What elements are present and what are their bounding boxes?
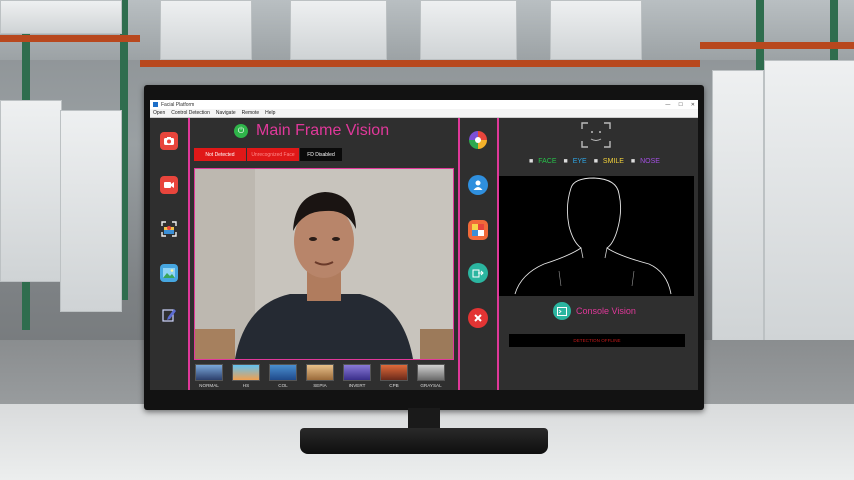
nose-checkbox[interactable]: ■: [631, 158, 635, 165]
filter-strip: NORMAL HS COL SEPIA INVERT CPB GRAYSAL: [192, 364, 454, 390]
filter-label: COL: [278, 383, 288, 388]
filter-label: INVERT: [348, 383, 366, 388]
status-not-detected: Not Detected: [194, 148, 246, 161]
filter-thumbnail: [380, 364, 408, 381]
filter-grayscale[interactable]: GRAYSAL: [414, 364, 448, 388]
exit-button[interactable]: [468, 308, 488, 328]
legend-face: FACE: [538, 158, 557, 165]
power-icon: ⏻: [237, 126, 245, 135]
menu-open[interactable]: Open: [153, 110, 165, 116]
face-frame-icon: [581, 122, 611, 148]
filter-col[interactable]: COL: [266, 364, 300, 388]
box-stack: [0, 100, 62, 282]
console-panel: ■ FACE ■ EYE ■ SMILE ■ NOSE Console Vision D…: [499, 118, 698, 390]
legend-nose: NOSE: [640, 158, 660, 165]
legend-smile: SMILE: [602, 158, 624, 165]
title-bar: Facial Platform — ☐ ✕: [150, 100, 698, 109]
menu-navigate[interactable]: Navigate: [216, 110, 236, 116]
box-stack: [0, 0, 122, 34]
box-stack: [160, 0, 252, 60]
face-checkbox[interactable]: ■: [529, 158, 533, 165]
left-toolbar: [150, 118, 190, 390]
filter-thumbnail: [417, 364, 445, 381]
window-close-button[interactable]: ✕: [691, 102, 695, 108]
color-wheel-button[interactable]: [468, 130, 488, 150]
middle-toolbar: [458, 118, 499, 390]
export-icon: [472, 269, 484, 278]
close-icon: [474, 314, 482, 322]
webcam-person-image: [195, 169, 453, 359]
color-wheel-icon: [469, 131, 487, 149]
menu-help[interactable]: Help: [265, 110, 275, 116]
filter-thumbnail: [343, 364, 371, 381]
image-icon: [163, 268, 175, 278]
filter-label: SEPIA: [313, 383, 327, 388]
box-stack: [290, 0, 387, 60]
window-title: Facial Platform: [161, 101, 195, 108]
export-button[interactable]: [468, 263, 488, 283]
sticker-icon: [472, 224, 484, 236]
filter-thumbnail: [232, 364, 260, 381]
monitor-neck: [408, 408, 440, 430]
smile-checkbox[interactable]: ■: [594, 158, 598, 165]
box-stack: [60, 110, 122, 312]
edge-detection-view: [499, 176, 694, 296]
filter-label: HS: [242, 383, 250, 388]
menu-remote[interactable]: Remote: [242, 110, 260, 116]
app-content: ⏻ Main Frame Vision Not Detected Unrecog…: [150, 118, 698, 390]
filter-label: CPB: [389, 383, 399, 388]
camera-feed: [194, 168, 454, 360]
shelf-beam: [140, 60, 700, 67]
filter-sepia[interactable]: SEPIA: [303, 364, 337, 388]
console-icon: [557, 306, 567, 316]
box-stack: [712, 70, 764, 342]
video-button[interactable]: [160, 176, 178, 194]
status-fd-disabled: FD Disabled: [300, 148, 342, 161]
camera-icon: [164, 137, 174, 145]
eye-checkbox[interactable]: ■: [563, 158, 567, 165]
shelf-beam: [700, 42, 854, 49]
edit-icon: [162, 309, 176, 322]
filter-thumbnail: [269, 364, 297, 381]
power-button[interactable]: ⏻: [234, 124, 248, 138]
menu-bar: Open Control Detection Navigate Remote H…: [150, 109, 698, 118]
box-stack: [550, 0, 642, 60]
console-status: DETECTION OFFLINE: [509, 334, 685, 347]
filter-invert[interactable]: INVERT: [340, 364, 374, 388]
status-unrecognized-face: Unrecognized Face: [247, 148, 299, 161]
filter-thumbnail: [306, 364, 334, 381]
image-button[interactable]: [160, 264, 178, 282]
console-button[interactable]: [553, 302, 571, 320]
filter-normal[interactable]: NORMAL: [192, 364, 226, 388]
face-scan-button[interactable]: [160, 220, 178, 238]
minimize-button[interactable]: —: [665, 102, 670, 108]
user-icon: [473, 180, 483, 190]
menu-control-detection[interactable]: Control Detection: [171, 110, 210, 116]
legend-eye: EYE: [572, 158, 587, 165]
monitor-stand: [300, 428, 548, 454]
maximize-button[interactable]: ☐: [678, 102, 682, 108]
sticker-button[interactable]: [468, 220, 488, 240]
user-button[interactable]: [468, 175, 488, 195]
filter-cpb[interactable]: CPB: [377, 364, 411, 388]
main-title: Main Frame Vision: [256, 122, 390, 139]
box-stack: [420, 0, 517, 60]
app-window: Facial Platform — ☐ ✕ Open Control Detec…: [150, 100, 698, 390]
box-stack: [764, 60, 854, 352]
camera-button[interactable]: [160, 132, 178, 150]
filter-label: NORMAL: [199, 383, 219, 388]
face-scan-icon: [161, 221, 177, 237]
filter-label: GRAYSAL: [420, 383, 442, 388]
main-frame-panel: ⏻ Main Frame Vision Not Detected Unrecog…: [190, 118, 456, 390]
filter-hs[interactable]: HS: [229, 364, 263, 388]
detection-legend: ■ FACE ■ EYE ■ SMILE ■ NOSE: [529, 158, 665, 165]
edge-outline-image: [514, 177, 672, 295]
console-title: Console Vision: [576, 306, 636, 316]
edit-button[interactable]: [160, 306, 178, 324]
filter-thumbnail: [195, 364, 223, 381]
shelf-beam: [0, 35, 140, 42]
video-icon: [164, 182, 174, 188]
